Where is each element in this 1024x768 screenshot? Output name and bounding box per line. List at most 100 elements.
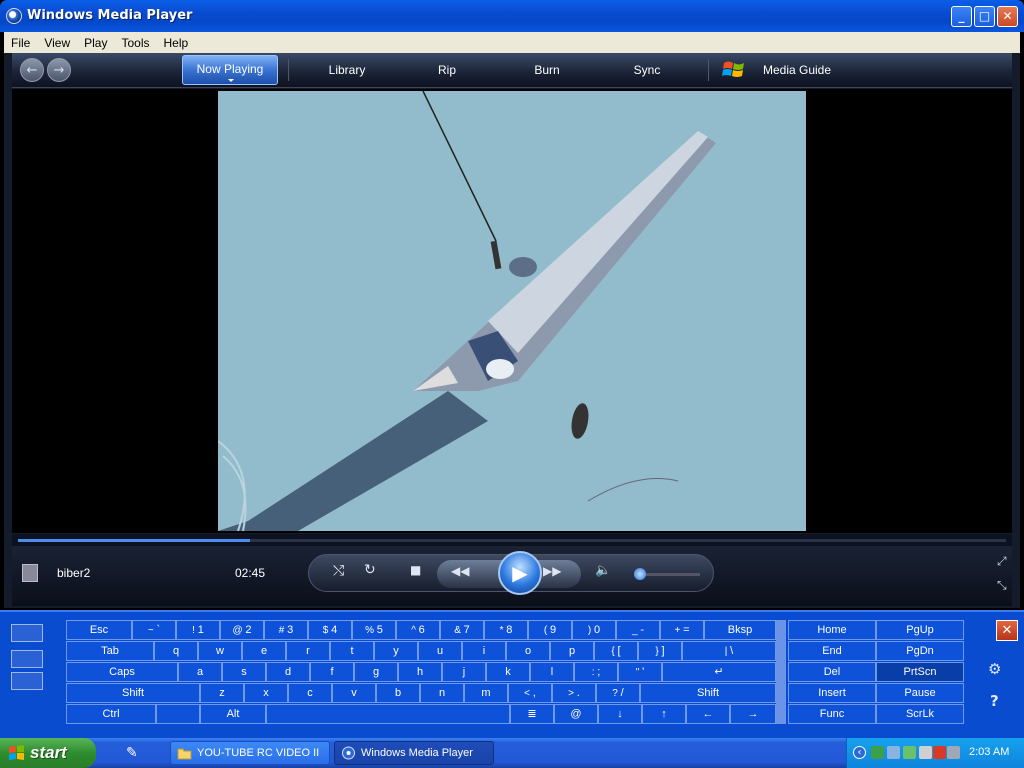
key-r[interactable]: r <box>286 641 330 661</box>
key-t[interactable]: t <box>330 641 374 661</box>
key-d[interactable]: d <box>266 662 310 682</box>
stop-button[interactable]: ■ <box>410 563 421 577</box>
key-%-5[interactable]: % 5 <box>352 620 396 640</box>
key-<-,[interactable]: < , <box>508 683 552 703</box>
key-w[interactable]: w <box>198 641 242 661</box>
help-icon[interactable]: ? <box>990 692 999 710</box>
key-!-1[interactable]: ! 1 <box>176 620 220 640</box>
key-alt[interactable]: Alt <box>200 704 266 724</box>
title-bar[interactable]: Windows Media Player _ □ ✕ <box>0 0 1024 32</box>
repeat-icon[interactable]: ↻ <box>364 562 376 578</box>
network-icon[interactable] <box>871 746 884 759</box>
tab-burn[interactable]: Burn <box>522 55 572 85</box>
key-tab[interactable]: Tab <box>66 641 154 661</box>
key->-.[interactable]: > . <box>552 683 596 703</box>
menu-help[interactable]: Help <box>157 33 196 50</box>
fullscreen-icon[interactable]: ⤢ <box>997 554 1007 569</box>
key-shift[interactable]: Shift <box>66 683 200 703</box>
key-l[interactable]: l <box>530 662 574 682</box>
key-↑[interactable]: ↑ <box>642 704 686 724</box>
media-player-app-icon[interactable] <box>6 8 22 24</box>
menu-play[interactable]: Play <box>77 33 114 50</box>
key-e[interactable]: e <box>242 641 286 661</box>
tab-sync[interactable]: Sync <box>622 55 672 85</box>
video-area[interactable] <box>12 89 1012 533</box>
windows-flag-icon[interactable] <box>721 57 747 83</box>
key-func[interactable]: Func <box>788 704 876 724</box>
back-arrow-icon[interactable]: ← <box>20 58 44 82</box>
key-:-;[interactable]: : ; <box>574 662 618 682</box>
key-)-0[interactable]: ) 0 <box>572 620 616 640</box>
key-↵[interactable]: ↵ <box>662 662 776 682</box>
speaker-icon[interactable] <box>887 746 900 759</box>
key-u[interactable]: u <box>418 641 462 661</box>
mute-icon[interactable]: 🔈 <box>595 563 611 578</box>
key-caps[interactable]: Caps <box>66 662 178 682</box>
taskbar-item-folder[interactable]: YOU-TUBE RC VIDEO II <box>170 741 330 765</box>
key-p[interactable]: p <box>550 641 594 661</box>
key-→[interactable]: → <box>730 704 776 724</box>
tab-rip[interactable]: Rip <box>422 55 472 85</box>
layout-full-icon[interactable] <box>11 624 43 642</box>
key-"-'[interactable]: " ' <box>618 662 662 682</box>
fast-forward-button[interactable]: ▶▶ <box>543 564 561 578</box>
start-button[interactable]: start <box>0 738 96 768</box>
key-s[interactable]: s <box>222 662 266 682</box>
key-space[interactable] <box>266 704 510 724</box>
key-&-7[interactable]: & 7 <box>440 620 484 640</box>
key-del[interactable]: Del <box>788 662 876 682</box>
tab-media-guide[interactable]: Media Guide <box>752 55 842 85</box>
key-?-/[interactable]: ? / <box>596 683 640 703</box>
tab-now-playing[interactable]: Now Playing <box>182 55 278 85</box>
key-↓[interactable]: ↓ <box>598 704 642 724</box>
key-m[interactable]: m <box>464 683 508 703</box>
menu-tools[interactable]: Tools <box>114 33 156 50</box>
layout-medium-icon[interactable] <box>11 650 43 668</box>
acrobat-icon[interactable] <box>933 746 946 759</box>
key-_--[interactable]: _ - <box>616 620 660 640</box>
media-icon[interactable] <box>947 746 960 759</box>
key-ctrl[interactable]: Ctrl <box>66 704 156 724</box>
key-b[interactable]: b <box>376 683 420 703</box>
rewind-button[interactable]: ◀◀ <box>451 564 469 578</box>
key-a[interactable]: a <box>178 662 222 682</box>
taskbar-item-media-player[interactable]: Windows Media Player <box>334 741 494 765</box>
key-prtscn[interactable]: PrtScn <box>876 662 964 682</box>
quick-launch-icon[interactable]: ✎ <box>126 745 138 761</box>
key-{-[[interactable]: { [ <box>594 641 638 661</box>
volume-slider-thumb[interactable] <box>634 568 647 580</box>
key-(-9[interactable]: ( 9 <box>528 620 572 640</box>
key-pgup[interactable]: PgUp <box>876 620 964 640</box>
seek-bar[interactable] <box>12 534 1012 546</box>
key-g[interactable]: g <box>354 662 398 682</box>
key-scrlk[interactable]: ScrLk <box>876 704 964 724</box>
menu-file[interactable]: File <box>4 33 37 50</box>
key-f[interactable]: f <box>310 662 354 682</box>
key-}-][interactable]: } ] <box>638 641 682 661</box>
key-h[interactable]: h <box>398 662 442 682</box>
key-i[interactable]: i <box>462 641 506 661</box>
minimize-button[interactable]: _ <box>951 6 972 27</box>
key-~-`[interactable]: ~ ` <box>132 620 176 640</box>
key-pgdn[interactable]: PgDn <box>876 641 964 661</box>
device-icon[interactable] <box>919 746 932 759</box>
key-c[interactable]: c <box>288 683 332 703</box>
key-insert[interactable]: Insert <box>788 683 876 703</box>
key-←[interactable]: ← <box>686 704 730 724</box>
key-z[interactable]: z <box>200 683 244 703</box>
key-@[interactable]: @ <box>554 704 598 724</box>
key-j[interactable]: j <box>442 662 486 682</box>
key-+-=[interactable]: + = <box>660 620 704 640</box>
key-≣[interactable]: ≣ <box>510 704 554 724</box>
key-|-\[interactable]: | \ <box>682 641 776 661</box>
forward-arrow-icon[interactable]: → <box>47 58 71 82</box>
key-v[interactable]: v <box>332 683 376 703</box>
key-y[interactable]: y <box>374 641 418 661</box>
tab-library[interactable]: Library <box>312 55 382 85</box>
settings-gear-icon[interactable]: ⚙ <box>988 660 1001 678</box>
key-o[interactable]: o <box>506 641 550 661</box>
key-shift[interactable]: Shift <box>640 683 776 703</box>
key-home[interactable]: Home <box>788 620 876 640</box>
key-q[interactable]: q <box>154 641 198 661</box>
video-frame[interactable] <box>218 91 806 531</box>
